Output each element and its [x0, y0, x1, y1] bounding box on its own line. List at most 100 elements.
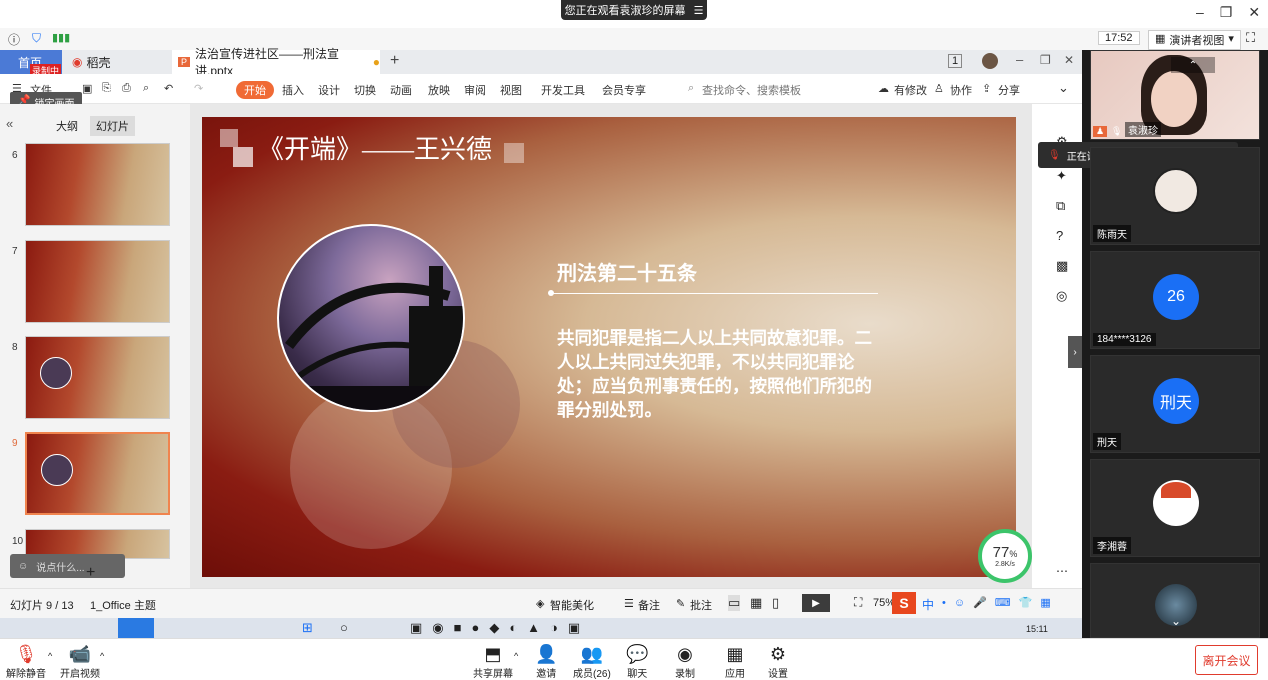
unmute-button[interactable]: 🎙 解除静音: [6, 643, 46, 680]
chat-input[interactable]: ☺ 说点什么...: [10, 554, 125, 578]
participant-tile[interactable]: 26 184****3126: [1090, 251, 1260, 349]
expand-sidebar-icon[interactable]: ›: [1068, 336, 1082, 368]
tab-docer[interactable]: ◉ 稻壳: [66, 50, 166, 74]
windows-start-icon[interactable]: ⊞: [302, 620, 313, 636]
slide-thumbnail[interactable]: [25, 336, 170, 419]
play-button[interactable]: ▶: [802, 594, 830, 612]
participant-tile[interactable]: ⌄: [1090, 563, 1260, 638]
taskbar-app-icons[interactable]: ▣◉■●◆◐▲◑▣: [410, 620, 590, 636]
chevron-up-icon[interactable]: ^: [100, 651, 104, 661]
ribbon-tab-view[interactable]: 视图: [500, 82, 522, 98]
record-button[interactable]: ◉ 录制: [675, 643, 695, 680]
ribbon-collapse-icon[interactable]: ⌄: [1058, 80, 1069, 96]
ribbon-tab-devtools[interactable]: 开发工具: [541, 82, 585, 98]
chevron-down-icon[interactable]: ⌄: [1171, 614, 1181, 628]
ribbon-tab-design[interactable]: 设计: [318, 82, 340, 98]
ribbon-tab-transition[interactable]: 切换: [354, 82, 376, 98]
reading-view-icon[interactable]: ▯: [772, 595, 779, 611]
restore-icon[interactable]: ❐: [1220, 4, 1233, 21]
info-icon[interactable]: ⓘ: [8, 31, 20, 48]
signal-icon[interactable]: ▮▮▮: [52, 31, 70, 44]
network-speed-widget[interactable]: 77% 2.8K/s: [978, 529, 1032, 583]
invite-button[interactable]: 👤 邀请: [535, 643, 557, 680]
new-tab-icon[interactable]: +: [390, 52, 399, 70]
slide-thumbnail[interactable]: [25, 240, 170, 323]
save-icon[interactable]: ▣: [82, 82, 92, 95]
notes-button[interactable]: 备注: [638, 597, 660, 613]
ribbon-tab-member[interactable]: 会员专享: [602, 82, 646, 98]
slide[interactable]: 《开端》——王兴德 刑法第二十五条 共同犯罪是指二人以上共同故意犯罪。二人以上共…: [202, 117, 1016, 577]
share-button[interactable]: 分享: [998, 82, 1020, 98]
settings-button[interactable]: ⚙ 设置: [768, 643, 788, 680]
shield-icon[interactable]: ⛉: [32, 31, 41, 46]
leave-meeting-button[interactable]: 离开会议: [1195, 645, 1258, 675]
share-screen-button[interactable]: ⬒ 共享屏幕: [473, 643, 513, 680]
video-button[interactable]: 📹 开启视频: [60, 643, 100, 680]
apps-button[interactable]: ▦ 应用: [725, 643, 745, 680]
print-icon[interactable]: ⎙: [122, 82, 131, 95]
comment-button[interactable]: 批注: [690, 597, 712, 613]
help-icon[interactable]: ?: [1056, 228, 1063, 243]
ime-mode[interactable]: 中: [922, 596, 934, 613]
beautify-button[interactable]: 智能美化: [550, 597, 594, 613]
chevron-up-icon[interactable]: ^: [514, 651, 518, 661]
members-button[interactable]: 👥 成员(26): [573, 643, 611, 680]
fullscreen-icon[interactable]: ⛶: [1246, 30, 1255, 46]
slide-thumbnail-selected[interactable]: [25, 432, 170, 515]
copy-icon[interactable]: ⧉: [1056, 198, 1065, 214]
participant-avatar: 26: [1153, 274, 1199, 320]
add-slide-icon[interactable]: +: [86, 564, 95, 582]
fit-icon[interactable]: ⛶: [854, 595, 862, 610]
participant-tile[interactable]: 陈雨天: [1090, 147, 1260, 245]
ribbon-tab-insert[interactable]: 插入: [282, 82, 304, 98]
participant-tile[interactable]: 刑天 刑天: [1090, 355, 1260, 453]
search-taskbar-icon[interactable]: ○: [340, 620, 348, 635]
location-icon[interactable]: ◎: [1056, 288, 1067, 304]
image-icon[interactable]: ▩: [1056, 258, 1068, 274]
ribbon-tab-review[interactable]: 审阅: [464, 82, 486, 98]
sundial-photo: [277, 224, 465, 412]
view-mode-select[interactable]: ▦ 演讲者视图 ▾: [1148, 30, 1241, 50]
apps-label: 应用: [725, 669, 745, 680]
close-icon[interactable]: ✕: [1248, 4, 1260, 21]
export-icon[interactable]: ⎘: [102, 82, 111, 95]
doc-close-icon[interactable]: ✕: [1064, 53, 1074, 67]
chevron-up-icon[interactable]: ^: [48, 651, 52, 661]
redo-icon[interactable]: ↷: [194, 82, 203, 95]
menu-icon[interactable]: ☰: [694, 4, 704, 17]
doc-restore-icon[interactable]: ❐: [1040, 53, 1051, 67]
ribbon-tab-home[interactable]: 开始: [236, 81, 274, 99]
collapse-panel-icon[interactable]: «: [6, 116, 13, 131]
mic-off-icon: 🎙: [14, 644, 38, 664]
sogou-ime-icon[interactable]: S: [892, 592, 916, 614]
comment-icon: ✎: [676, 598, 686, 610]
ribbon-tab-slideshow[interactable]: 放映: [428, 82, 450, 98]
slides-tab[interactable]: 幻灯片: [90, 116, 135, 136]
collab-button[interactable]: 协作: [950, 82, 972, 98]
slide-thumbnail[interactable]: [25, 143, 170, 226]
sorter-view-icon[interactable]: ▦: [750, 595, 762, 611]
command-search-input[interactable]: 查找命令、搜索模板: [702, 82, 801, 98]
window-number-icon[interactable]: 1: [948, 54, 963, 68]
undo-icon[interactable]: ↶: [164, 82, 173, 95]
participant-avatar: [1153, 168, 1199, 214]
user-avatar[interactable]: [982, 53, 998, 69]
share-screen-icon: ⬒: [484, 644, 502, 664]
taskbar-active-app[interactable]: [118, 618, 154, 638]
outline-tab[interactable]: 大纲: [56, 118, 78, 134]
changes-button[interactable]: 有修改: [894, 82, 927, 98]
ime-toolbar-icons[interactable]: •☺🎤⌨👕▦: [942, 596, 1059, 609]
collapse-up-icon[interactable]: ⌃: [1171, 57, 1215, 73]
preview-icon[interactable]: ⌕: [143, 82, 149, 95]
chat-button[interactable]: 💬 聊天: [626, 643, 648, 680]
participant-video[interactable]: ♟ 🎙 袁淑珍 ⌃: [1090, 50, 1260, 140]
normal-view-icon[interactable]: ▭: [728, 595, 741, 611]
participant-tile[interactable]: 李湘蓉: [1090, 459, 1260, 557]
minimize-icon[interactable]: –: [1196, 4, 1204, 21]
pin-tool-icon[interactable]: ✦: [1056, 168, 1067, 184]
ribbon-tab-animation[interactable]: 动画: [390, 82, 412, 98]
tab-pptx[interactable]: P 法治宣传进社区——刑法宣讲.pptx ●: [172, 47, 380, 78]
more-icon[interactable]: ⋯: [1056, 564, 1068, 578]
thumb-num: 7: [12, 246, 18, 257]
doc-minimize-icon[interactable]: –: [1016, 52, 1023, 67]
